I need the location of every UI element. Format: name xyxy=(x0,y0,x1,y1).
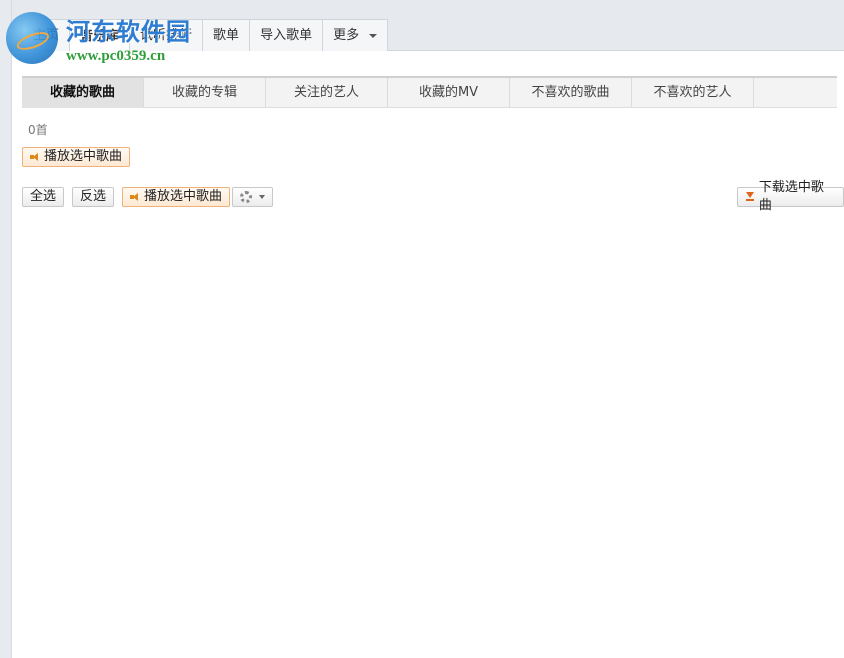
globe-logo-icon xyxy=(6,12,58,64)
settings-dropdown-button[interactable] xyxy=(232,187,273,207)
subtab-favorite-songs[interactable]: 收藏的歌曲 xyxy=(22,78,144,108)
subtab-followed-artists[interactable]: 关注的艺人 xyxy=(266,78,388,108)
song-count: 0首 xyxy=(28,123,48,137)
logo-text: 河东软件园 xyxy=(66,17,191,46)
play-selected-button[interactable]: 播放选中歌曲 xyxy=(122,187,231,207)
chevron-down-icon xyxy=(259,195,265,199)
subtab-favorite-mv[interactable]: 收藏的MV xyxy=(388,78,510,108)
subtab-disliked-artists[interactable]: 不喜欢的艺人 xyxy=(632,78,754,108)
gear-icon xyxy=(240,191,252,203)
speaker-icon xyxy=(130,192,140,202)
nav-tab-import-playlist[interactable]: 导入歌单 xyxy=(250,19,324,51)
left-strip xyxy=(0,0,12,658)
subtab-disliked-songs[interactable]: 不喜欢的歌曲 xyxy=(510,78,632,108)
nav-tab-more[interactable]: 更多 xyxy=(323,19,389,51)
select-all-button[interactable]: 全选 xyxy=(22,187,65,207)
invert-selection-button[interactable]: 反选 xyxy=(72,187,115,207)
download-selected-button[interactable]: 下载选中歌曲 xyxy=(737,180,844,213)
download-icon xyxy=(745,192,755,202)
play-selected-button-top[interactable]: 播放选中歌曲 xyxy=(22,147,131,167)
chevron-down-icon xyxy=(369,33,378,38)
favorites-subtabs: 收藏的歌曲 收藏的专辑 关注的艺人 收藏的MV 不喜欢的歌曲 不喜欢的艺人 xyxy=(22,76,837,108)
subtab-favorite-albums[interactable]: 收藏的专辑 xyxy=(144,78,266,108)
watermark-logo: 河东软件园 www.pc0359.cn xyxy=(4,8,214,70)
logo-url: www.pc0359.cn xyxy=(66,48,166,64)
speaker-icon xyxy=(30,152,40,162)
